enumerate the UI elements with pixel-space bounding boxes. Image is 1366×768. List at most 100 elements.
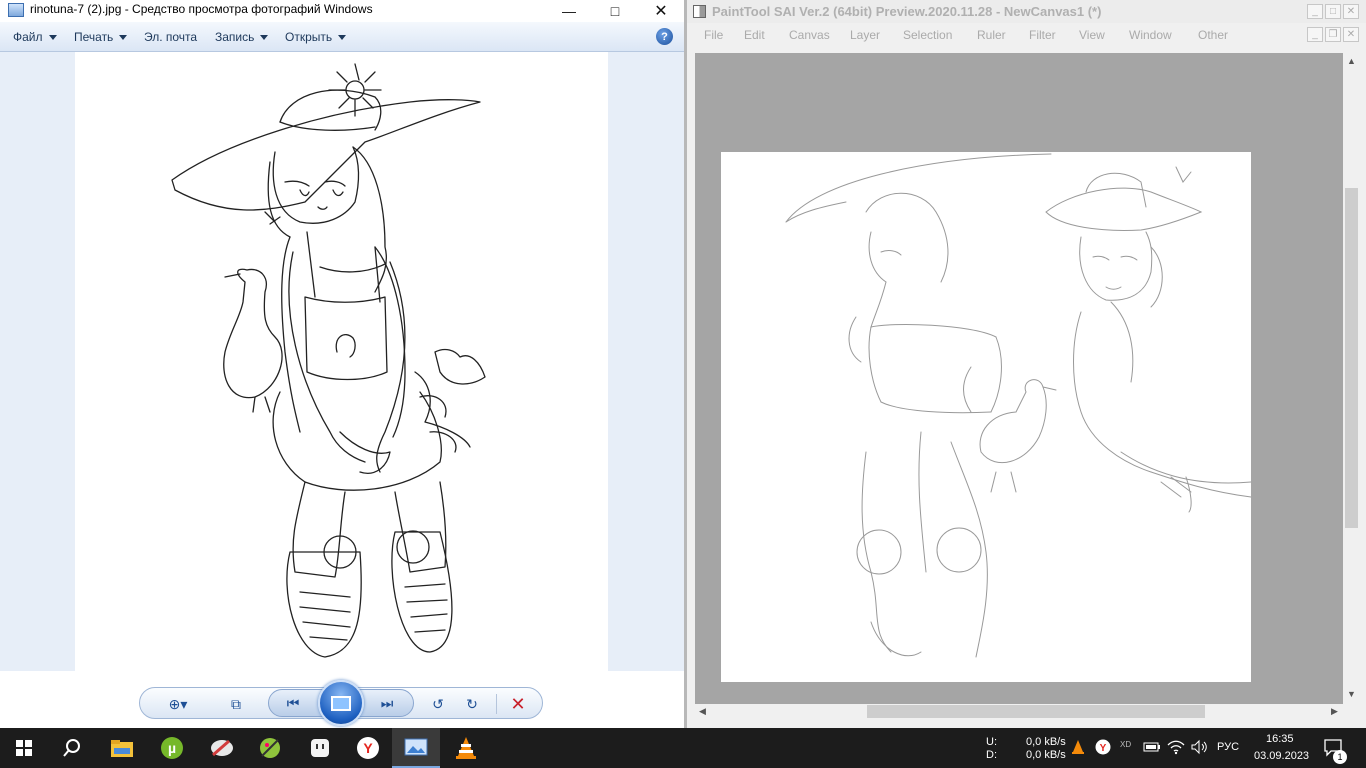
battery-icon[interactable] <box>1143 741 1161 756</box>
scroll-right-icon[interactable]: ▶ <box>1331 706 1338 717</box>
vlc-cone-icon <box>456 737 476 759</box>
taskbar-yandex-browser[interactable]: Y <box>344 728 392 768</box>
taskbar-vlc[interactable] <box>442 728 490 768</box>
sai-menu-window[interactable]: Window <box>1129 28 1172 42</box>
canvas-sketch-drawing <box>785 153 1252 658</box>
folder-icon <box>111 740 133 757</box>
sai-maximize-button[interactable]: □ <box>1325 4 1341 19</box>
svg-text:Y: Y <box>363 740 373 756</box>
painttool-sai-window: PaintTool SAI Ver.2 (64bit) Preview.2020… <box>684 0 1366 728</box>
scroll-up-icon[interactable]: ▲ <box>1347 56 1356 66</box>
chevron-down-icon <box>338 35 347 41</box>
palette-app-icon <box>260 738 280 758</box>
canvas-close-button[interactable]: ✕ <box>1343 27 1359 42</box>
maximize-button[interactable]: □ <box>592 0 638 22</box>
sai-drawing-canvas[interactable] <box>721 152 1252 682</box>
sai-menu-ruler[interactable]: Ruler <box>977 28 1006 42</box>
menu-email[interactable]: Эл. почта <box>144 30 197 44</box>
taskbar-krita[interactable] <box>246 728 294 768</box>
taskbar-drawing-app[interactable] <box>198 728 246 768</box>
brush-app-icon <box>211 739 233 757</box>
photo-viewer-window: rinotuna-7 (2).jpg - Средство просмотра … <box>0 0 684 728</box>
sai-menu-filter[interactable]: Filter <box>1029 28 1056 42</box>
clock-date[interactable]: 03.09.2023 <box>1254 750 1309 762</box>
taskbar-sai[interactable] <box>296 728 344 768</box>
menu-open-label: Открыть <box>285 30 333 44</box>
help-icon[interactable]: ? <box>656 28 673 45</box>
xd-tray-icon[interactable]: XD <box>1120 740 1131 749</box>
language-indicator[interactable]: РУС <box>1217 741 1239 753</box>
photo-viewer-app-icon <box>8 3 24 17</box>
chevron-down-icon <box>260 35 269 41</box>
viewer-menu-bar: Файл Печать Эл. почта Запись Открыть <box>0 22 684 52</box>
volume-icon[interactable] <box>1190 739 1208 758</box>
sai-window-title: PaintTool SAI Ver.2 (64bit) Preview.2020… <box>712 4 1102 19</box>
displayed-photo <box>75 52 608 671</box>
wifi-icon[interactable] <box>1167 739 1185 758</box>
svg-text:Y: Y <box>1100 743 1107 754</box>
taskbar-file-explorer[interactable] <box>98 728 146 768</box>
sai-menu-view[interactable]: View <box>1079 28 1105 42</box>
notification-count-badge: 1 <box>1333 750 1347 764</box>
sai-menu-layer[interactable]: Layer <box>850 28 880 42</box>
sai-menu-file[interactable]: File <box>704 28 723 42</box>
taskbar-photo-viewer[interactable] <box>392 728 440 768</box>
menu-burn-label: Запись <box>215 30 255 44</box>
sai-minimize-button[interactable]: _ <box>1307 4 1323 19</box>
slideshow-button[interactable] <box>318 680 364 726</box>
canvas-restore-button[interactable]: ❐ <box>1325 27 1341 42</box>
zoom-icon[interactable]: ⊕▾ <box>168 694 188 714</box>
menu-burn[interactable]: Запись <box>215 30 269 44</box>
toolbar-divider <box>496 694 497 714</box>
close-button[interactable]: ✕ <box>638 0 684 22</box>
vertical-scroll-thumb[interactable] <box>1345 188 1358 528</box>
yandex-icon: Y <box>357 737 379 759</box>
viewer-window-title: rinotuna-7 (2).jpg - Средство просмотра … <box>30 2 373 16</box>
scroll-down-icon[interactable]: ▼ <box>1347 689 1356 699</box>
windows-taskbar: µ Y U: D: 0,0 kB/s 0,0 kB/s Y XD РУС 16:… <box>0 728 1366 768</box>
rotate-clockwise-icon[interactable]: ↻ <box>462 694 482 714</box>
menu-file-label: Файл <box>13 30 43 44</box>
menu-print-label: Печать <box>74 30 114 44</box>
next-icon[interactable]: ⏭ <box>377 693 397 713</box>
sai-menu-canvas[interactable]: Canvas <box>789 28 830 42</box>
sai-menu-edit[interactable]: Edit <box>744 28 765 42</box>
slideshow-icon <box>331 695 351 711</box>
sai-menu-bar: File Edit Canvas Layer Selection Ruler F… <box>687 23 1366 47</box>
scroll-left-icon[interactable]: ◀ <box>699 706 706 717</box>
net-down-label: D: <box>986 749 997 761</box>
chevron-down-icon <box>48 35 57 41</box>
delete-icon[interactable]: ✕ <box>508 694 528 714</box>
chevron-down-icon <box>119 35 128 41</box>
sai-menu-selection[interactable]: Selection <box>903 28 952 42</box>
menu-open[interactable]: Открыть <box>285 30 347 44</box>
menu-email-label: Эл. почта <box>144 30 198 44</box>
sai-title-bar[interactable]: PaintTool SAI Ver.2 (64bit) Preview.2020… <box>687 0 1366 23</box>
sai-close-button[interactable]: ✕ <box>1343 4 1359 19</box>
search-button[interactable] <box>48 728 96 768</box>
rotate-counterclockwise-icon[interactable]: ↺ <box>428 694 448 714</box>
menu-file[interactable]: Файл <box>13 30 57 44</box>
menu-print[interactable]: Печать <box>74 30 128 44</box>
canvas-minimize-button[interactable]: _ <box>1307 27 1323 42</box>
minimize-button[interactable]: — <box>546 0 592 22</box>
previous-icon[interactable]: ⏮ <box>283 693 303 713</box>
start-button[interactable] <box>0 728 48 768</box>
girl-sketch-drawing <box>171 63 486 658</box>
windows-logo-icon <box>16 740 32 756</box>
sai-app-icon <box>693 5 706 18</box>
net-up-speed: 0,0 kB/s <box>1026 736 1066 748</box>
vlc-tray-icon[interactable] <box>1071 739 1085 758</box>
viewer-title-bar[interactable]: rinotuna-7 (2).jpg - Средство просмотра … <box>0 0 684 22</box>
clock-time[interactable]: 16:35 <box>1266 733 1294 745</box>
yandex-tray-icon[interactable]: Y <box>1095 739 1111 758</box>
sai-menu-other[interactable]: Other <box>1198 28 1228 42</box>
svg-text:µ: µ <box>168 740 176 756</box>
horizontal-scroll-thumb[interactable] <box>867 705 1205 718</box>
actual-size-icon[interactable]: ⧉ <box>226 694 246 714</box>
net-down-speed: 0,0 kB/s <box>1026 749 1066 761</box>
photo-viewer-icon <box>404 738 428 756</box>
sai-taskbar-icon <box>311 739 329 757</box>
taskbar-utorrent[interactable]: µ <box>148 728 196 768</box>
search-icon <box>63 739 80 757</box>
